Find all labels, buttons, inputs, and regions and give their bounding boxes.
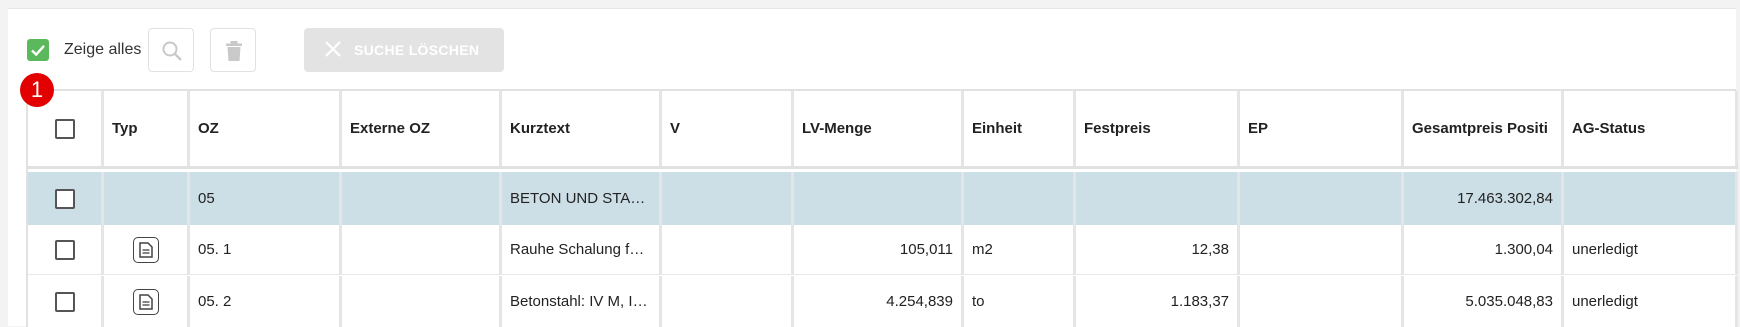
column-header-festpreis[interactable]: Festpreis bbox=[1076, 91, 1240, 166]
einheit-cell bbox=[964, 172, 1076, 225]
column-header-kurztext[interactable]: Kurztext bbox=[502, 91, 662, 166]
document-icon[interactable] bbox=[132, 288, 159, 315]
positions-table: Typ OZ Externe OZ Kurztext V LV-Menge Ei… bbox=[26, 89, 1738, 327]
oz-cell: 05. 1 bbox=[190, 225, 342, 274]
check-icon bbox=[31, 44, 45, 57]
oz-cell: 05 bbox=[190, 172, 342, 225]
ag-status-cell bbox=[1564, 172, 1738, 225]
column-header-lv-menge[interactable]: LV-Menge bbox=[794, 91, 964, 166]
show-all-checkbox[interactable] bbox=[27, 39, 49, 61]
ag-status-cell: unerledigt bbox=[1564, 225, 1738, 274]
externe-oz-cell bbox=[342, 276, 502, 327]
table-row[interactable]: 05. 1 Rauhe Schalung für Fundamente 105,… bbox=[28, 225, 1738, 275]
clear-search-button[interactable]: SUCHE LÖSCHEN bbox=[304, 28, 504, 72]
kurztext-cell: Rauhe Schalung für Fundamente bbox=[502, 225, 662, 274]
search-button[interactable] bbox=[148, 28, 194, 72]
step-badge: 1 bbox=[20, 73, 54, 107]
typ-cell bbox=[104, 225, 190, 274]
clear-search-label: SUCHE LÖSCHEN bbox=[354, 42, 480, 58]
ep-cell bbox=[1240, 276, 1404, 327]
externe-oz-cell bbox=[342, 225, 502, 274]
lv-menge-cell bbox=[794, 172, 964, 225]
ep-cell bbox=[1240, 225, 1404, 274]
row-select-cell bbox=[28, 172, 104, 225]
v-cell bbox=[662, 172, 794, 225]
select-all-checkbox[interactable] bbox=[54, 118, 75, 139]
trash-icon bbox=[226, 41, 242, 61]
gesamtpreis-cell: 17.463.302,84 bbox=[1404, 172, 1564, 225]
typ-cell bbox=[104, 276, 190, 327]
column-header-einheit[interactable]: Einheit bbox=[964, 91, 1076, 166]
ep-cell bbox=[1240, 172, 1404, 225]
column-header-oz[interactable]: OZ bbox=[190, 91, 342, 166]
einheit-cell: m2 bbox=[964, 225, 1076, 274]
delete-button[interactable] bbox=[210, 28, 256, 72]
row-select-cell bbox=[28, 225, 104, 274]
column-header-typ[interactable]: Typ bbox=[104, 91, 190, 166]
ag-status-cell: unerledigt bbox=[1564, 276, 1738, 327]
kurztext-cell: Betonstahl: IV M, IV S bbox=[502, 276, 662, 327]
lv-menge-cell: 4.254,839 bbox=[794, 276, 964, 327]
typ-cell bbox=[104, 172, 190, 225]
table-row[interactable]: 05. 2 Betonstahl: IV M, IV S 4.254,839 t… bbox=[28, 276, 1738, 327]
row-checkbox[interactable] bbox=[54, 239, 75, 260]
einheit-cell: to bbox=[964, 276, 1076, 327]
v-cell bbox=[662, 225, 794, 274]
festpreis-cell: 12,38 bbox=[1076, 225, 1240, 274]
table-row-group[interactable]: 05 BETON UND STAHLBETON 17.463.302,84 bbox=[28, 172, 1738, 225]
table-header-row: Typ OZ Externe OZ Kurztext V LV-Menge Ei… bbox=[28, 91, 1738, 169]
kurztext-cell: BETON UND STAHLBETON bbox=[502, 172, 662, 225]
row-checkbox[interactable] bbox=[54, 291, 75, 312]
column-header-ag-status[interactable]: AG-Status bbox=[1564, 91, 1738, 166]
v-cell bbox=[662, 276, 794, 327]
toolbar: Zeige alles SUCHE LÖSCHEN bbox=[8, 9, 1736, 89]
gesamtpreis-cell: 5.035.048,83 bbox=[1404, 276, 1564, 327]
row-checkbox[interactable] bbox=[54, 188, 75, 209]
column-header-ep[interactable]: EP bbox=[1240, 91, 1404, 166]
oz-cell: 05. 2 bbox=[190, 276, 342, 327]
festpreis-cell: 1.183,37 bbox=[1076, 276, 1240, 327]
gesamtpreis-cell: 1.300,04 bbox=[1404, 225, 1564, 274]
show-all-label: Zeige alles bbox=[64, 41, 142, 58]
column-header-externe-oz[interactable]: Externe OZ bbox=[342, 91, 502, 166]
column-header-v[interactable]: V bbox=[662, 91, 794, 166]
festpreis-cell bbox=[1076, 172, 1240, 225]
column-header-gesamtpreis[interactable]: Gesamtpreis Positi bbox=[1404, 91, 1564, 166]
search-icon bbox=[162, 41, 182, 61]
main-panel: Zeige alles SUCHE LÖSCHEN 1 Typ OZ Exter… bbox=[8, 8, 1738, 327]
lv-menge-cell: 105,011 bbox=[794, 225, 964, 274]
close-icon bbox=[325, 41, 341, 57]
externe-oz-cell bbox=[342, 172, 502, 225]
row-select-cell bbox=[28, 276, 104, 327]
document-icon[interactable] bbox=[132, 236, 159, 263]
